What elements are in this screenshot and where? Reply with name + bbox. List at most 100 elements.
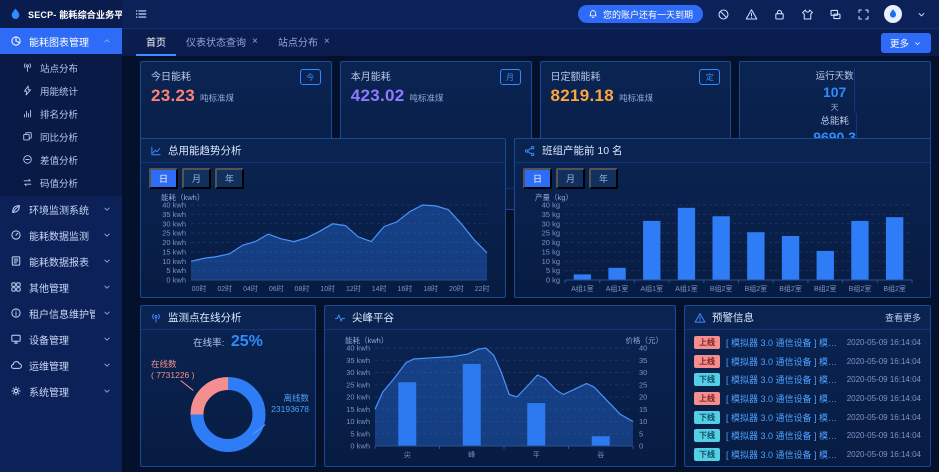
- svg-text:15 kg: 15 kg: [542, 247, 560, 256]
- svg-text:0 kg: 0 kg: [546, 276, 560, 285]
- fullscreen-icon[interactable]: [857, 8, 870, 21]
- sidebar-item-1[interactable]: 环境监测系统: [0, 196, 122, 222]
- sidebar-subitem-label: 排名分析: [40, 107, 112, 121]
- svg-text:0: 0: [639, 442, 643, 451]
- period-月[interactable]: 月: [182, 168, 211, 189]
- account-expiry-notice[interactable]: 您的账户还有一天到期: [578, 5, 703, 23]
- warning-icon[interactable]: [745, 8, 758, 21]
- period-月[interactable]: 月: [556, 168, 585, 189]
- svg-text:30 kg: 30 kg: [542, 219, 560, 228]
- sidebar-subitem-label: 码值分析: [40, 176, 112, 190]
- svg-text:B组2室: B组2室: [849, 284, 872, 293]
- tab-bar: 首页仪表状态查询×站点分布× 更多: [122, 28, 939, 56]
- peak-valley-chart[interactable]: 0 kwh05 kwh510 kwh1015 kwh1520 kwh2025 k…: [333, 334, 667, 464]
- sidebar-subitem-5[interactable]: 码值分析: [0, 171, 122, 194]
- sidebar-item-8[interactable]: 系统管理: [0, 378, 122, 404]
- ban-icon[interactable]: [717, 8, 730, 21]
- gear-icon: [10, 385, 22, 397]
- svg-text:06时: 06时: [269, 284, 284, 293]
- svg-text:20 kwh: 20 kwh: [346, 393, 370, 402]
- report-icon: [10, 255, 22, 267]
- svg-text:5 kwh: 5 kwh: [350, 429, 370, 438]
- team-output-chart[interactable]: 0 kg5 kg10 kg15 kg20 kg25 kg30 kg35 kg40…: [523, 191, 922, 295]
- panel-team-output: 班组产能前 10 名 日月年 0 kg5 kg10 kg15 kg20 kg25…: [514, 138, 931, 298]
- sidebar-subitem-label: 站点分布: [40, 61, 112, 75]
- copy-icon: [22, 131, 33, 142]
- period-日[interactable]: 日: [149, 168, 178, 189]
- alert-text: [ 模拟器 3.0 通信设备 ] 模拟器 3.0...: [726, 429, 841, 442]
- sidebar-item-0[interactable]: 能耗图表管理: [0, 28, 122, 54]
- sidebar: SECP- 能耗综合业务平台 能耗图表管理站点分布用能统计排名分析同比分析差值分…: [0, 0, 122, 472]
- alert-row-4[interactable]: 下线[ 模拟器 3.0 通信设备 ] 模拟器 3.0...2020-05-09 …: [685, 408, 930, 427]
- sidebar-subitem-1[interactable]: 用能统计: [0, 79, 122, 102]
- alert-row-2[interactable]: 下线[ 模拟器 3.0 通信设备 ] 模拟器 3.0...2020-05-09 …: [685, 370, 930, 389]
- svg-text:10时: 10时: [320, 284, 335, 293]
- svg-text:10 kg: 10 kg: [542, 257, 560, 266]
- period-年[interactable]: 年: [215, 168, 244, 189]
- sidebar-subitem-2[interactable]: 排名分析: [0, 102, 122, 125]
- stat-card-number: 23.23吨标准煤: [151, 86, 321, 106]
- svg-text:12时: 12时: [346, 284, 361, 293]
- energy-trend-chart[interactable]: 0 kwh5 kwh10 kwh15 kwh20 kwh25 kwh30 kwh…: [149, 191, 497, 295]
- flame-logo-icon: [8, 7, 23, 22]
- chevron-down-icon[interactable]: [916, 9, 927, 20]
- status-badge: 上线: [694, 336, 720, 349]
- svg-text:08时: 08时: [295, 284, 310, 293]
- chevron-down-icon: [916, 9, 927, 20]
- line-chart-icon: [150, 145, 162, 157]
- alert-timestamp: 2020-05-09 16:14:04: [847, 431, 921, 440]
- shirt-icon[interactable]: [801, 8, 814, 21]
- panel-title: 班组产能前 10 名: [542, 143, 921, 158]
- close-tab-icon[interactable]: ×: [324, 36, 330, 47]
- alert-row-3[interactable]: 上线[ 模拟器 3.0 通信设备 ] 模拟器 3.0...2020-05-09 …: [685, 389, 930, 408]
- alert-row-6[interactable]: 下线[ 模拟器 3.0 通信设备 ] 模拟器 3.0...2020-05-09 …: [685, 445, 930, 464]
- sidebar-item-3[interactable]: 能耗数据报表: [0, 248, 122, 274]
- svg-text:14时: 14时: [372, 284, 387, 293]
- alert-row-5[interactable]: 下线[ 模拟器 3.0 通信设备 ] 模拟器 3.0...2020-05-09 …: [685, 426, 930, 445]
- status-badge: 下线: [694, 448, 720, 461]
- online-rate-value: 25%: [231, 333, 263, 350]
- leaf-icon: [10, 203, 22, 215]
- panel-alerts: 预警信息 查看更多 上线[ 模拟器 3.0 通信设备 ] 模拟器 3.0...2…: [684, 305, 931, 467]
- status-badge: 下线: [694, 373, 720, 386]
- alert-row-1[interactable]: 上线[ 模拟器 3.0 通信设备 ] 模拟器 3.0...2020-05-09 …: [685, 352, 930, 371]
- info-icon: [10, 307, 22, 319]
- chevron-down-icon: [102, 334, 112, 344]
- screens-icon[interactable]: [829, 8, 842, 21]
- stat-card-number: 423.02吨标准煤: [351, 86, 521, 106]
- device-icon: [10, 333, 22, 345]
- summary-unit: 天: [816, 102, 854, 113]
- sidebar-subitem-0[interactable]: 站点分布: [0, 56, 122, 79]
- sidebar-subitem-4[interactable]: 差值分析: [0, 148, 122, 171]
- close-tab-icon[interactable]: ×: [252, 36, 258, 47]
- sidebar-item-2[interactable]: 能耗数据监测: [0, 222, 122, 248]
- svg-text:25 kwh: 25 kwh: [162, 229, 186, 238]
- sidebar-item-4[interactable]: 其他管理: [0, 274, 122, 300]
- sidebar-item-6[interactable]: 设备管理: [0, 326, 122, 352]
- svg-text:25 kwh: 25 kwh: [346, 380, 370, 389]
- tab-1[interactable]: 仪表状态查询×: [176, 29, 268, 56]
- summary-item: 运行天数107天: [816, 68, 855, 113]
- tab-0[interactable]: 首页: [136, 29, 176, 56]
- hamburger-menu-icon[interactable]: [134, 7, 148, 21]
- period-日[interactable]: 日: [523, 168, 552, 189]
- online-donut-chart[interactable]: 在线数( 7731226 )离线数23193678: [145, 351, 311, 466]
- alert-row-0[interactable]: 上线[ 模拟器 3.0 通信设备 ] 模拟器 3.0...2020-05-09 …: [685, 333, 930, 352]
- alert-timestamp: 2020-05-09 16:14:04: [847, 375, 921, 384]
- tab-2[interactable]: 站点分布×: [268, 29, 340, 56]
- more-tabs-button[interactable]: 更多: [881, 33, 931, 53]
- signal-icon: [150, 312, 162, 324]
- avatar[interactable]: [884, 5, 902, 23]
- view-more-link[interactable]: 查看更多: [885, 311, 921, 324]
- bottom-row: 监测点在线分析 在线率: 25% 在线数( 7731226 )离线数231936…: [140, 305, 931, 464]
- sidebar-subitem-3[interactable]: 同比分析: [0, 125, 122, 148]
- chevron-down-icon: [102, 386, 112, 396]
- lock-icon[interactable]: [773, 8, 786, 21]
- period-年[interactable]: 年: [589, 168, 618, 189]
- panel-header: 预警信息 查看更多: [685, 306, 930, 330]
- sidebar-item-5[interactable]: 租户信息维护管理: [0, 300, 122, 326]
- summary-value: 107: [816, 84, 854, 100]
- stat-card-top: 日定额能耗定: [551, 68, 721, 85]
- sidebar-item-7[interactable]: 运维管理: [0, 352, 122, 378]
- chevron-down-icon: [913, 39, 922, 48]
